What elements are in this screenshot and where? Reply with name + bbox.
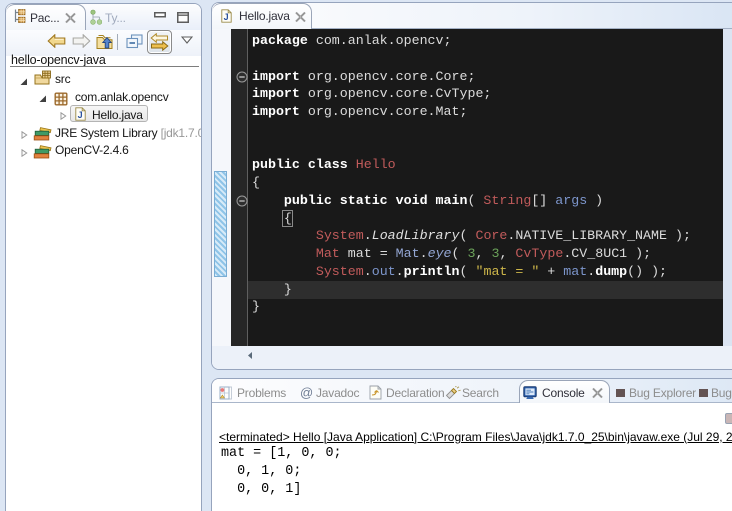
svg-text:J: J xyxy=(224,12,229,22)
svg-text:J: J xyxy=(78,110,83,120)
